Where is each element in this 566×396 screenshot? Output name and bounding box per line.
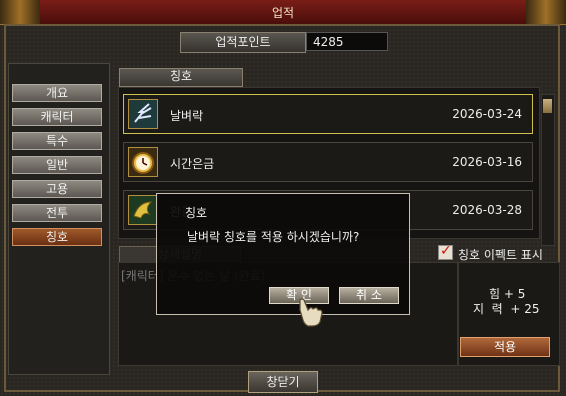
nav-title[interactable]: 칭호 [12, 228, 102, 246]
achievement-points-value: 4285 [306, 32, 388, 51]
nav-special[interactable]: 특수 [12, 132, 102, 150]
dialog-title: 칭호 [185, 206, 208, 220]
clock-icon [128, 147, 158, 177]
scrollbar-thumb[interactable] [543, 99, 552, 113]
list-item[interactable]: 날벼락 2026-03-24 [123, 94, 533, 134]
stat-intelligence: 지 력 + 25 [473, 302, 540, 316]
achievement-points-label: 업적포인트 [180, 32, 306, 53]
nav-combat[interactable]: 전투 [12, 204, 102, 222]
dragon-icon [128, 195, 158, 225]
cancel-button[interactable]: 취 소 [339, 287, 399, 304]
title-date: 2026-03-28 [452, 203, 522, 217]
title-date: 2026-03-16 [452, 155, 522, 169]
list-scrollbar[interactable] [541, 94, 555, 246]
hand-cursor-icon [299, 298, 323, 327]
nav-character[interactable]: 캐릭터 [12, 108, 102, 126]
effect-label: 칭호 이펙트 표시 [458, 248, 543, 262]
title-name: 날벼락 [170, 109, 204, 123]
nav-overview[interactable]: 개요 [12, 84, 102, 102]
window-title: 업적 [271, 6, 295, 20]
nav-hire[interactable]: 고용 [12, 180, 102, 198]
achievement-window: 업적 업적포인트 4285 개요 캐릭터 특수 일반 고용 전투 칭호 칭호 날… [0, 0, 566, 396]
nav-general[interactable]: 일반 [12, 156, 102, 174]
lightning-icon [128, 99, 158, 129]
list-item[interactable]: 시간은금 2026-03-16 [123, 142, 533, 182]
apply-button[interactable]: 적용 [460, 337, 550, 357]
confirm-dialog: 칭호 날벼락 칭호를 적용 하시겠습니까? 확 인 취 소 [156, 193, 410, 315]
dialog-message: 날벼락 칭호를 적용 하시겠습니까? [187, 230, 360, 244]
close-window-button[interactable]: 창닫기 [248, 371, 318, 393]
title-name: 시간은금 [170, 157, 215, 171]
title-list-header: 칭호 [119, 68, 243, 87]
title-bar[interactable]: 업적 [0, 0, 566, 25]
effect-checkbox[interactable]: ✓ [438, 243, 453, 260]
title-date: 2026-03-24 [452, 107, 522, 121]
check-icon: ✓ [440, 243, 452, 259]
